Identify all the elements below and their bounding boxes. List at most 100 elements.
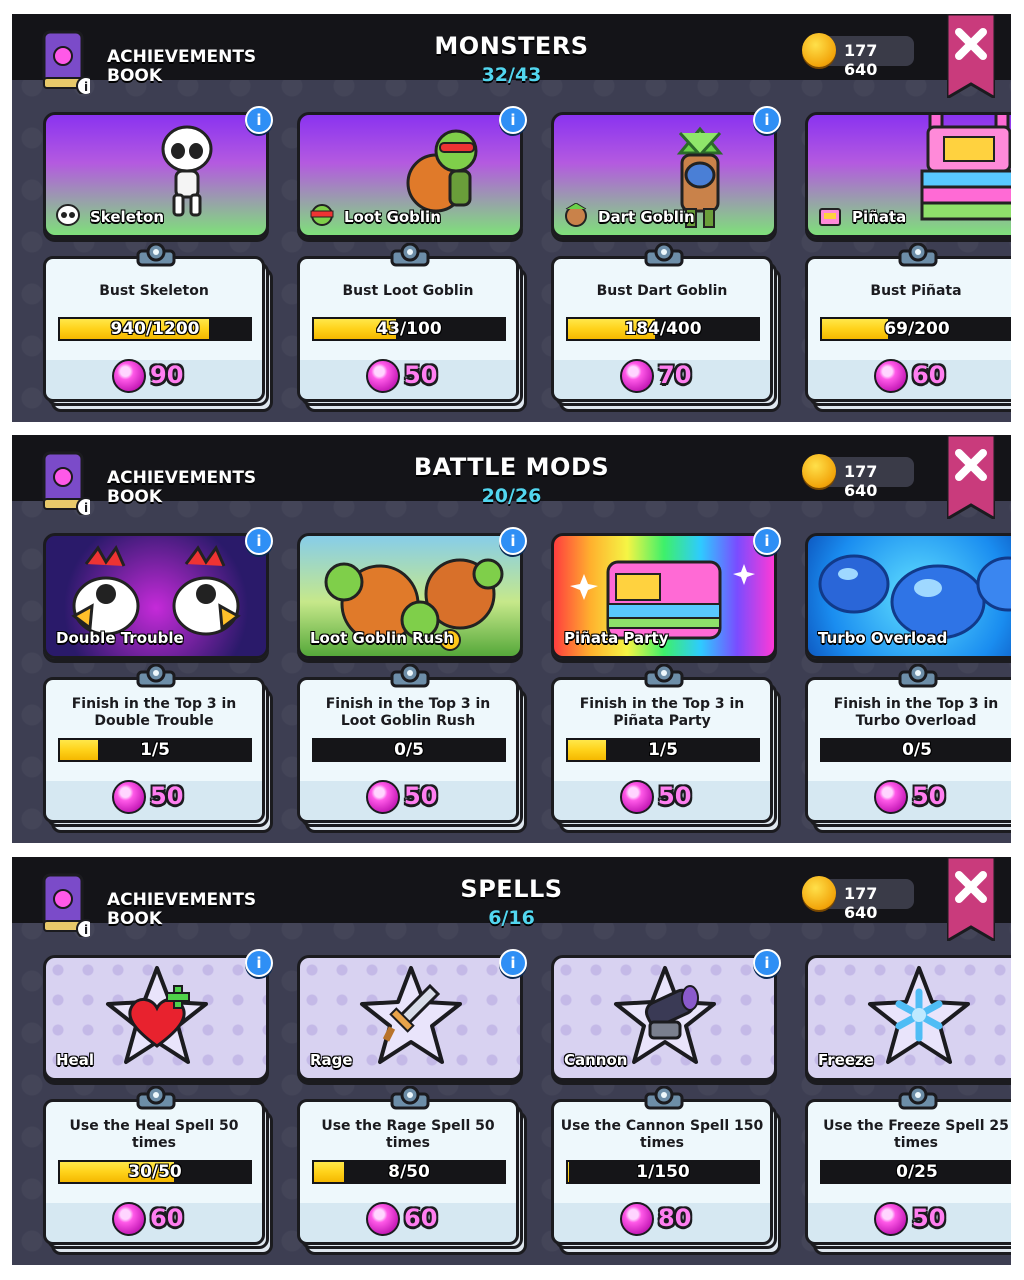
reward-amount: 60: [912, 361, 946, 389]
progress-text: 69/200: [884, 319, 950, 339]
achievement-card: Finish in the Top 3 in Turbo Overload 0/5…: [805, 663, 1011, 833]
gem-icon: [620, 1202, 654, 1236]
progress-text: 1/5: [648, 740, 678, 760]
achievement-card: Bust Loot Goblin 43/100 50: [297, 242, 527, 412]
reward-amount: 50: [404, 361, 438, 389]
gem-icon: [366, 1202, 400, 1236]
tile-name: Dart Goblin: [598, 208, 695, 226]
reward-amount: 80: [658, 1204, 692, 1232]
reward: 60: [300, 1202, 516, 1236]
achievement-card-front: Finish in the Top 3 in Loot Goblin Rush 0…: [297, 663, 519, 823]
pinata-mini-icon: [816, 203, 844, 227]
gold-coin-icon: [802, 876, 836, 910]
achievements-panel-spell: i ACHIEVEMENTS BOOK SPELLS 6/16 177 640 Heal i U…: [12, 857, 1011, 1265]
achievement-tile[interactable]: Heal: [43, 955, 269, 1081]
achievement-card-front: Bust Skeleton 940/1200 90: [43, 242, 265, 402]
gold-coin-icon: [802, 454, 836, 488]
skeleton-mini-icon: [54, 203, 82, 227]
gem-icon: [874, 1202, 908, 1236]
progress-bar: 8/50: [312, 1160, 506, 1184]
achievement-card: Bust Piñata 69/200 60: [805, 242, 1011, 412]
gem-icon: [620, 780, 654, 814]
progress-text: 184/400: [624, 319, 702, 339]
tile-name: Double Trouble: [56, 629, 184, 647]
achievement-card-front: Finish in the Top 3 in Turbo Overload 0/5…: [805, 663, 1011, 823]
achievement-tile[interactable]: Loot Goblin: [297, 112, 523, 238]
clipboard-clip-icon: [642, 1085, 686, 1110]
achievement-task: Finish in the Top 3 in Loot Goblin Rush: [325, 696, 491, 729]
achievement-tile[interactable]: Cannon: [551, 955, 777, 1081]
reward: 50: [46, 780, 262, 814]
clipboard-clip-icon: [134, 1085, 178, 1110]
progress-bar: 43/100: [312, 317, 506, 341]
reward-amount: 60: [150, 1204, 184, 1232]
close-x-icon[interactable]: [945, 435, 997, 522]
info-icon[interactable]: i: [499, 527, 527, 555]
clipboard-clip-icon: [896, 1085, 940, 1110]
progress-text: 30/50: [128, 1162, 182, 1182]
reward-amount: 50: [912, 1204, 946, 1232]
achievement-tile[interactable]: Double Trouble: [43, 533, 269, 659]
clipboard-clip-icon: [134, 242, 178, 267]
clipboard-clip-icon: [896, 663, 940, 688]
progress-text: 0/5: [394, 740, 424, 760]
loot-goblin-mini-icon: [308, 203, 336, 227]
info-icon[interactable]: i: [753, 949, 781, 977]
achievement-card: Use the Heal Spell 50 times 30/50 60: [43, 1085, 273, 1255]
achievement-card: Use the Rage Spell 50 times 8/50 60: [297, 1085, 527, 1255]
coin-balance: 177 640: [802, 454, 914, 500]
gold-coin-icon: [802, 33, 836, 67]
achievement-task: Use the Heal Spell 50 times: [69, 1118, 239, 1151]
gem-icon: [366, 359, 400, 393]
achievement-card-front: Finish in the Top 3 in Double Trouble 1/5…: [43, 663, 265, 823]
rage-sword-icon: [356, 964, 466, 1078]
progress-text: 0/25: [896, 1162, 938, 1182]
achievement-tile[interactable]: Skeleton: [43, 112, 269, 238]
close-x-icon[interactable]: [945, 857, 997, 944]
info-icon[interactable]: i: [753, 527, 781, 555]
info-icon[interactable]: i: [753, 106, 781, 134]
info-icon[interactable]: i: [499, 106, 527, 134]
achievements-panel-monster: i ACHIEVEMENTS BOOK MONSTERS 32/43 177 640 Ske…: [12, 14, 1011, 422]
tile-name: Piñata Party: [564, 629, 669, 647]
progress-text: 8/50: [388, 1162, 430, 1182]
info-icon[interactable]: i: [245, 527, 273, 555]
achievement-task: Bust Dart Goblin: [596, 283, 728, 299]
achievement-tile[interactable]: Piñata Party: [551, 533, 777, 659]
reward: 90: [46, 359, 262, 393]
clipboard-clip-icon: [896, 242, 940, 267]
achievement-tile[interactable]: Dart Goblin: [551, 112, 777, 238]
achievement-tile[interactable]: Freeze: [805, 955, 1011, 1081]
coin-amount: 177 640: [844, 462, 878, 500]
reward: 50: [808, 780, 1011, 814]
tile-name: Heal: [56, 1051, 94, 1069]
progress-text: 0/5: [902, 740, 932, 760]
achievement-card-front: Bust Dart Goblin 184/400 70: [551, 242, 773, 402]
achievement-tile[interactable]: Rage: [297, 955, 523, 1081]
close-x-icon[interactable]: [945, 14, 997, 101]
clipboard-clip-icon: [642, 663, 686, 688]
gem-icon: [112, 1202, 146, 1236]
progress-bar: 1/5: [58, 738, 252, 762]
achievement-card: Finish in the Top 3 in Loot Goblin Rush 0…: [297, 663, 527, 833]
progress-text: 1/5: [140, 740, 170, 760]
achievement-tile[interactable]: Turbo Overload: [805, 533, 1011, 659]
gem-icon: [112, 359, 146, 393]
achievement-task: Finish in the Top 3 in Double Trouble: [71, 696, 237, 729]
progress-bar: 1/5: [566, 738, 760, 762]
achievement-tile[interactable]: Piñata: [805, 112, 1011, 238]
coin-balance: 177 640: [802, 876, 914, 922]
info-icon[interactable]: i: [245, 106, 273, 134]
achievement-task: Use the Cannon Spell 150 times: [560, 1118, 764, 1151]
coin-balance: 177 640: [802, 33, 914, 79]
clipboard-clip-icon: [388, 663, 432, 688]
info-icon[interactable]: i: [499, 949, 527, 977]
achievement-card: Finish in the Top 3 in Piñata Party 1/5 50: [551, 663, 781, 833]
progress-bar: 69/200: [820, 317, 1011, 341]
achievement-tile[interactable]: Loot Goblin Rush: [297, 533, 523, 659]
gem-icon: [874, 359, 908, 393]
reward: 50: [300, 359, 516, 393]
achievement-task: Finish in the Top 3 in Piñata Party: [579, 696, 745, 729]
info-icon[interactable]: i: [245, 949, 273, 977]
progress-bar: 30/50: [58, 1160, 252, 1184]
